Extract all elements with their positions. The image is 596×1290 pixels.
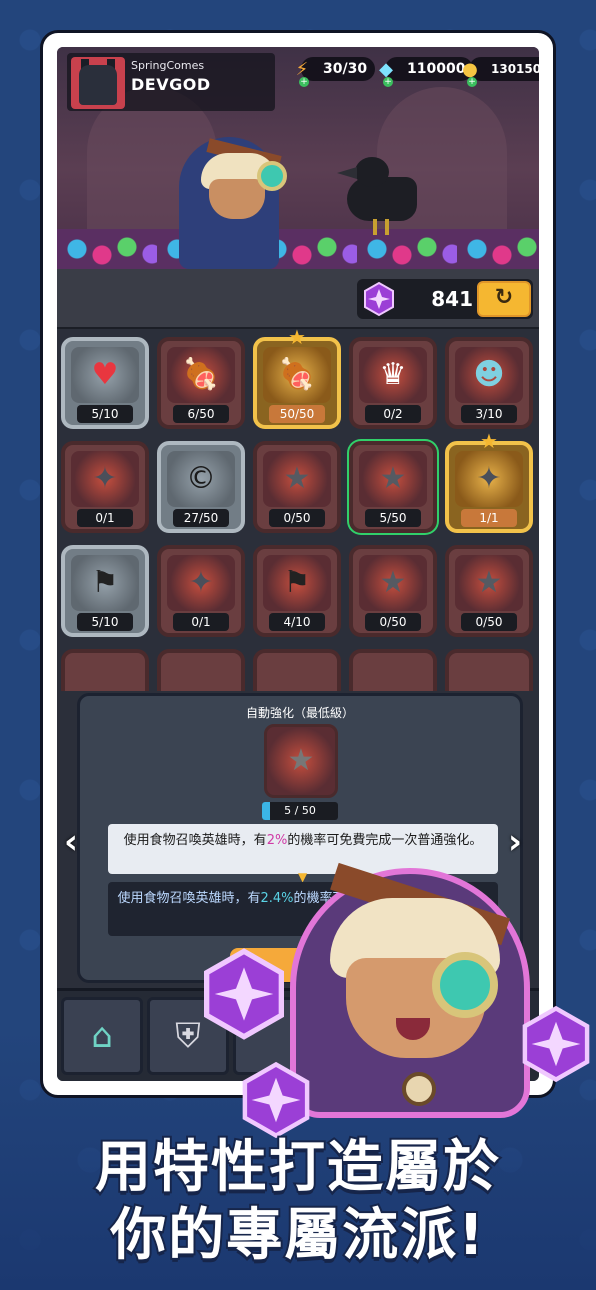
trait-progress: 5 / 50 — [262, 802, 338, 820]
player-profile[interactable]: SpringComes DEVGOD — [67, 53, 275, 111]
star-medal-icon: ★ — [379, 461, 407, 496]
star-badge-icon: ★ — [480, 429, 498, 453]
star-medal-icon: ★ — [283, 461, 311, 496]
summon-pet-icon: ✦ — [188, 565, 214, 600]
trait-count: 5/10 — [77, 613, 133, 631]
shop-icon: ⌂ — [91, 1016, 113, 1056]
trait-tile[interactable]: 🍖 6/50 — [157, 337, 245, 429]
trait-tile[interactable]: ♥ 5/10 — [61, 337, 149, 429]
trait-title: 自動強化（最低級） — [245, 706, 354, 720]
trait-count: 0/1 — [77, 509, 133, 527]
trait-grid: ♥ 5/10 🍖 6/50 ★ 🍖 50/50 ♛ 0/2 ☻ 3/10 ✦ 0/1 © 27/50 ★ 0/5… — [57, 327, 539, 691]
dark-knight-icon — [79, 65, 117, 105]
hero-scene: SpringComes DEVGOD ⚡ + 30/30 ◆ + 110000 … — [57, 47, 539, 269]
heart-icon: ♥ — [91, 357, 119, 392]
plus-icon[interactable]: + — [467, 77, 477, 87]
trait-tile[interactable]: ★ 0/50 — [253, 441, 341, 533]
trait-count: 3/10 — [461, 405, 517, 423]
meat-icon: 🍖 — [182, 357, 220, 392]
trait-tile[interactable]: ★ 0/50 — [445, 545, 533, 637]
gem-count: 841 — [431, 287, 473, 311]
gold-counter[interactable]: ● + 1301500 — [457, 55, 539, 87]
next-trait-button[interactable]: › — [508, 822, 522, 862]
trait-count: 0/50 — [269, 509, 325, 527]
trait-tile[interactable] — [157, 649, 245, 691]
player-name: DEVGOD — [131, 75, 211, 94]
crow-pet[interactable] — [337, 157, 427, 237]
trait-count: 6/50 — [173, 405, 229, 423]
shop-button[interactable]: ⌂ — [61, 997, 143, 1075]
trait-count: 0/50 — [365, 613, 421, 631]
summon-pet-icon: ✦ — [92, 461, 118, 496]
refresh-button[interactable]: ↻ — [477, 281, 531, 317]
chef-hat-icon: ♛ — [379, 357, 407, 392]
trait-count: 5/50 — [365, 509, 421, 527]
trait-tile[interactable]: ★ 0/50 — [349, 545, 437, 637]
trait-tile[interactable]: ✦ 0/1 — [157, 545, 245, 637]
trait-tile[interactable] — [61, 649, 149, 691]
gem-counter: 841 ↻ — [357, 279, 533, 319]
trait-tile[interactable]: ✦ 0/1 — [61, 441, 149, 533]
trait-tile[interactable]: ★ 🍖 50/50 — [253, 329, 341, 429]
hero-mascot — [290, 858, 540, 1118]
plus-icon[interactable]: + — [299, 77, 309, 87]
star-badge-icon: ★ — [288, 327, 306, 349]
trait-count: 1/1 — [461, 509, 517, 527]
hero-character[interactable] — [179, 127, 299, 269]
purple-gem-icon — [196, 946, 292, 1042]
trait-count: 4/10 — [269, 613, 325, 631]
trait-tile[interactable]: © 27/50 — [157, 441, 245, 533]
race-flag-icon: ⚑ — [283, 565, 311, 600]
summon-pet-icon: ✦ — [476, 461, 502, 496]
meat-icon: 🍖 — [278, 357, 316, 392]
selected-trait-icon: ★ — [264, 724, 338, 798]
energy-counter[interactable]: ⚡ + 30/30 — [289, 55, 376, 87]
purple-gem-icon — [516, 996, 596, 1092]
trait-tile[interactable]: ♛ 0/2 — [349, 337, 437, 429]
previous-trait-button[interactable]: ‹ — [64, 822, 78, 862]
star-medal-icon: ★ — [475, 565, 503, 600]
cat-coin-icon: © — [186, 461, 216, 496]
star-medal-icon: ★ — [379, 565, 407, 600]
trait-tile[interactable]: ⚑ 4/10 — [253, 545, 341, 637]
trait-count: 5/10 — [77, 405, 133, 423]
gem-counter-bar: 841 ↻ — [57, 269, 539, 327]
refresh-icon: ↻ — [494, 285, 514, 310]
purple-gem-icon — [361, 281, 397, 317]
trait-tile[interactable]: ★ ✦ 1/1 — [445, 429, 533, 533]
trait-tile[interactable]: ⚑ 5/10 — [61, 545, 149, 637]
trait-tile[interactable] — [445, 649, 533, 691]
progress-text: 5 / 50 — [284, 804, 316, 817]
trait-tile[interactable]: ☻ 3/10 — [445, 337, 533, 429]
player-subtitle: SpringComes — [131, 59, 205, 72]
progress-fill — [262, 802, 270, 820]
plus-icon[interactable]: + — [383, 77, 393, 87]
trait-count: 50/50 — [269, 405, 325, 423]
trait-tile[interactable]: ★ 5/50 — [349, 441, 437, 533]
race-flag-icon: ⚑ — [91, 565, 119, 600]
promo-caption-line2: 你的專屬流派! — [108, 1201, 486, 1270]
trait-tile[interactable] — [349, 649, 437, 691]
trait-count: 0/1 — [173, 613, 229, 631]
trait-count: 0/50 — [461, 613, 517, 631]
trait-count: 27/50 — [173, 509, 229, 527]
trait-count: 0/2 — [365, 405, 421, 423]
warrior-icon: ☻ — [473, 357, 505, 392]
trait-tile[interactable] — [253, 649, 341, 691]
avatar[interactable] — [71, 57, 125, 109]
